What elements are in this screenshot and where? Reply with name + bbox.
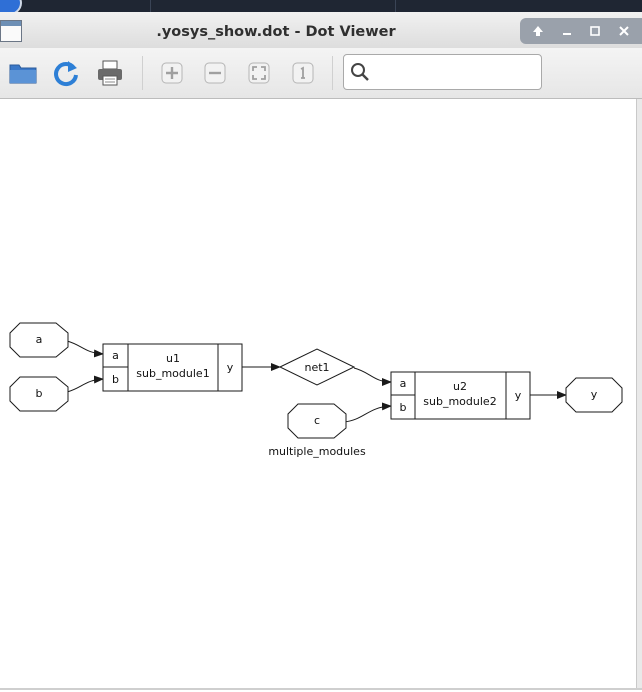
- zoom-fit-icon[interactable]: [244, 58, 274, 88]
- cell-u2[interactable]: a b u2 sub_module2 y: [390, 371, 531, 420]
- input-port-a[interactable]: a: [9, 322, 69, 358]
- zoom-out-icon[interactable]: [200, 58, 230, 88]
- module-name-label: multiple_modules: [268, 445, 366, 458]
- search-box[interactable]: [343, 54, 542, 90]
- cell-u1[interactable]: a b u1 sub_module1 y: [102, 343, 243, 392]
- cell-type-name: sub_module1: [136, 367, 209, 380]
- input-port-c[interactable]: c: [287, 403, 347, 439]
- output-port-label: y: [591, 388, 598, 401]
- window-controls: [520, 18, 642, 44]
- cell-port-label: a: [112, 349, 119, 362]
- window-titlebar[interactable]: .yosys_show.dot - Dot Viewer: [0, 12, 642, 49]
- cell-port-label: y: [515, 389, 522, 402]
- os-taskbar-strip: [0, 0, 642, 16]
- edge-c-to-u2: [343, 402, 392, 423]
- toolbar: [0, 48, 642, 99]
- search-icon: [351, 63, 369, 81]
- window-title: .yosys_show.dot - Dot Viewer: [156, 24, 396, 40]
- cell-port-label: b: [400, 401, 407, 414]
- search-input[interactable]: [378, 61, 540, 85]
- cell-instance-name: u1: [166, 352, 180, 365]
- input-port-label: a: [36, 333, 43, 346]
- reload-icon[interactable]: [51, 58, 81, 88]
- up-arrow-icon[interactable]: [527, 20, 549, 42]
- input-port-label: b: [36, 387, 43, 400]
- cell-instance-name: u2: [453, 380, 467, 393]
- graph-canvas[interactable]: a b a b u1 sub_module1 y net1 c multiple…: [0, 99, 636, 688]
- toolbar-separator: [142, 56, 143, 90]
- graph-svg: a b a b u1 sub_module1 y net1 c multiple…: [9, 322, 623, 458]
- minimize-icon[interactable]: [556, 20, 578, 42]
- cell-port-label: b: [112, 373, 119, 386]
- zoom-100-icon[interactable]: [288, 58, 318, 88]
- wire-net1[interactable]: net1: [278, 348, 356, 386]
- input-port-label: c: [314, 414, 320, 427]
- open-folder-icon[interactable]: [8, 58, 38, 88]
- taskbar-divider: [395, 0, 396, 12]
- cell-port-label: y: [227, 361, 234, 374]
- wire-label: net1: [304, 361, 329, 374]
- edge-net1-to-u2: [353, 367, 392, 386]
- cell-type-name: sub_module2: [423, 395, 496, 408]
- toolbar-separator: [332, 56, 333, 90]
- cell-port-label: a: [400, 377, 407, 390]
- window-right-border: [636, 99, 642, 690]
- zoom-in-icon[interactable]: [157, 58, 187, 88]
- edge-a-to-u1: [66, 340, 104, 358]
- input-port-b[interactable]: b: [9, 376, 69, 412]
- output-port-y[interactable]: y: [565, 377, 623, 413]
- print-icon[interactable]: [95, 58, 125, 88]
- taskbar-divider: [150, 0, 151, 12]
- maximize-icon[interactable]: [584, 20, 606, 42]
- edge-b-to-u1: [66, 375, 104, 393]
- close-icon[interactable]: [613, 20, 635, 42]
